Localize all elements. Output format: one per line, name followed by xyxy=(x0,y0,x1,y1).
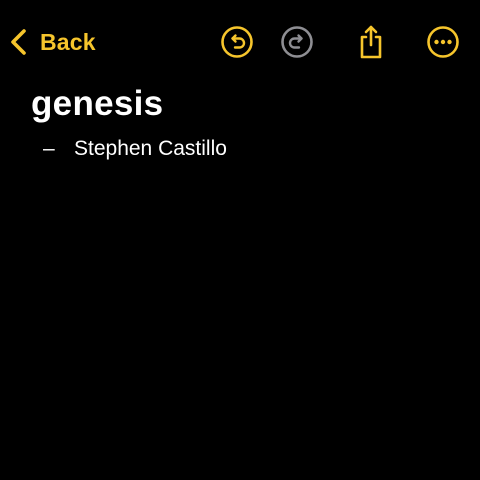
chevron-left-icon xyxy=(11,29,26,55)
dash-bullet: – xyxy=(43,137,55,160)
list-item[interactable]: – Stephen Castillo xyxy=(31,136,461,162)
redo-icon xyxy=(281,26,313,58)
more-button[interactable] xyxy=(425,24,461,60)
undo-button[interactable] xyxy=(219,24,255,60)
note-body[interactable]: genesis – Stephen Castillo xyxy=(31,82,461,162)
note-toolbar: Back xyxy=(0,0,480,84)
more-icon xyxy=(427,26,459,58)
undo-icon xyxy=(221,26,253,58)
list-item-text: Stephen Castillo xyxy=(74,137,227,160)
share-button[interactable] xyxy=(353,24,389,60)
share-icon xyxy=(360,25,382,59)
note-title[interactable]: genesis xyxy=(31,82,461,126)
redo-button[interactable] xyxy=(279,24,315,60)
back-label: Back xyxy=(40,28,96,55)
back-button[interactable]: Back xyxy=(8,24,96,60)
